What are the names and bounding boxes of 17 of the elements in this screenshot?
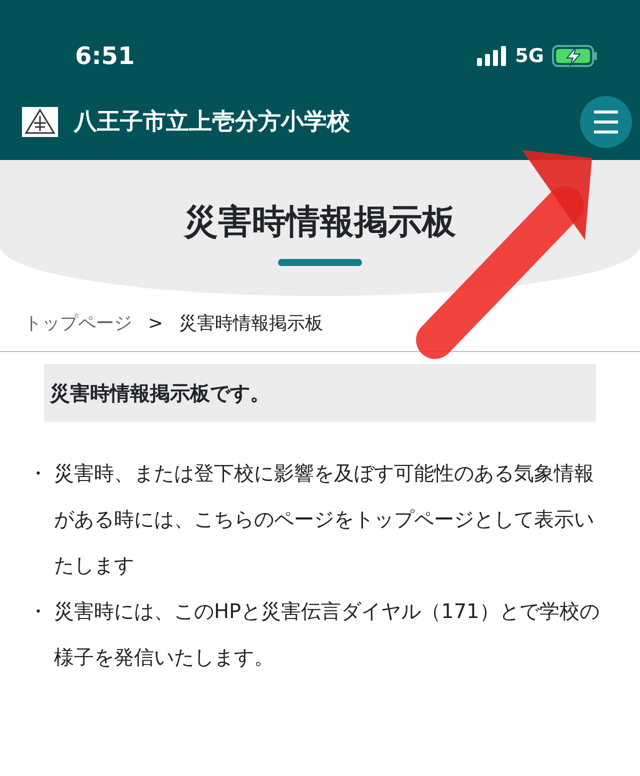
lead-heading: 災害時情報掲示板です。 — [44, 364, 596, 422]
page-title: 災害時情報掲示板 — [182, 201, 457, 243]
site-title: 八王子市立上壱分方小学校 — [74, 108, 350, 137]
breadcrumb-separator: > — [148, 312, 164, 336]
bullet-marker: ・ — [27, 460, 49, 487]
signal-icon — [477, 46, 508, 66]
menu-icon — [593, 110, 619, 134]
network-type: 5G — [515, 44, 544, 69]
school-emblem-icon — [22, 107, 58, 137]
breadcrumb-current: 災害時情報掲示板 — [179, 312, 324, 336]
bullet-text: 災害時、または登下校に影響を及ぼす可能性のある気象情報がある時には、こちらのページをトップページとして表示いたします — [54, 460, 595, 579]
menu-button[interactable] — [580, 96, 632, 148]
battery-charging-icon — [552, 45, 598, 67]
bullet-text: 災害時には、このHPと災害伝言ダイヤル（171）とで学校の様子を発信いたします。 — [54, 598, 600, 671]
bullet-marker: ・ — [27, 598, 49, 625]
status-time: 6:51 — [75, 41, 135, 72]
breadcrumb-link[interactable]: トップページ — [24, 310, 132, 337]
